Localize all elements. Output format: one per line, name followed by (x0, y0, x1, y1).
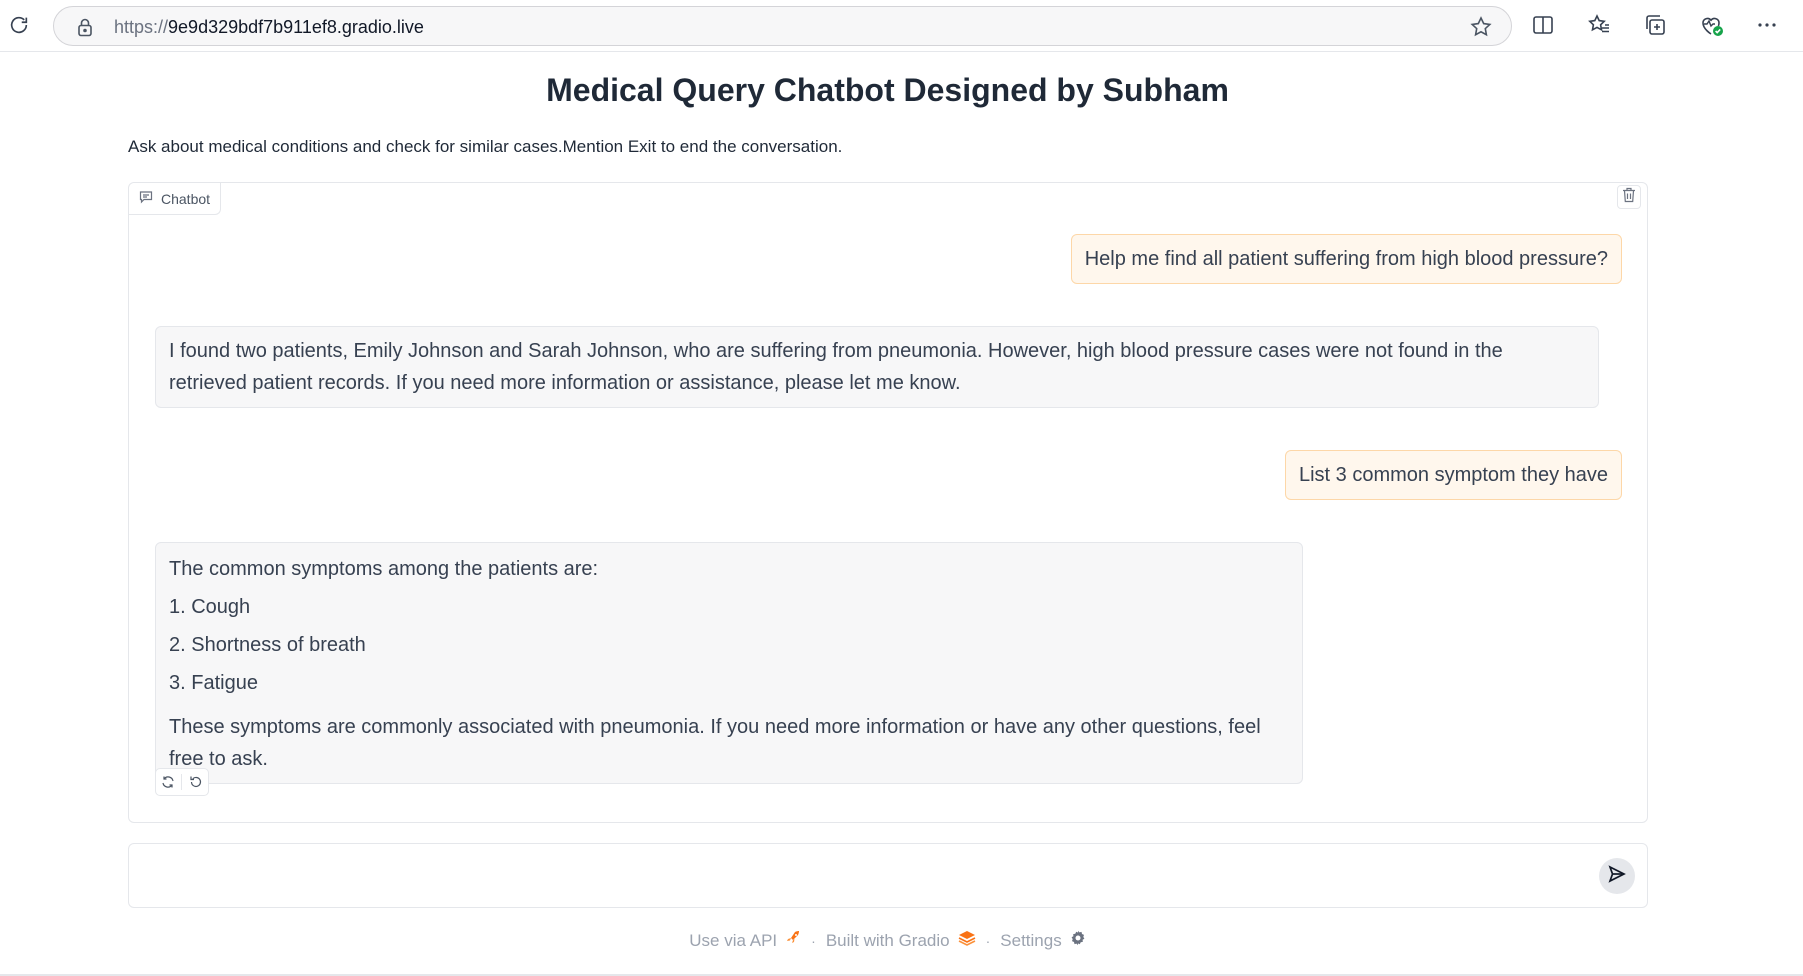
message-input[interactable] (143, 856, 1563, 896)
footer: Use via API · Built with Gradio · Settin… (0, 930, 1775, 951)
settings-link[interactable]: Settings (1000, 930, 1085, 951)
message-input-box (128, 843, 1648, 908)
send-icon (1607, 864, 1627, 889)
chat-bubble-icon (139, 190, 153, 207)
built-with-gradio-link[interactable]: Built with Gradio (826, 930, 976, 951)
page-description: Ask about medical conditions and check f… (128, 137, 843, 156)
bot-list-item: 3. Fatigue (169, 672, 258, 694)
address-bar[interactable]: https://9e9d329bdf7b911ef8.gradio.live (53, 6, 1512, 46)
footer-separator: · (811, 932, 816, 949)
retry-icon[interactable] (158, 772, 178, 792)
bot-message-line: The common symptoms among the patients a… (169, 558, 599, 580)
message-actions (155, 768, 209, 796)
more-options-icon[interactable] (1752, 10, 1782, 40)
bot-message-line: These symptoms are commonly associated w… (169, 716, 1261, 770)
chatbot-panel: Chatbot Help me find all patient sufferi… (128, 182, 1648, 823)
bot-message: I found two patients, Emily Johnson and … (155, 326, 1599, 408)
settings-label: Settings (1000, 930, 1062, 950)
lock-icon (76, 17, 94, 37)
send-button[interactable] (1599, 858, 1635, 894)
undo-icon[interactable] (186, 772, 206, 792)
bot-message-text: I found two patients, Emily Johnson and … (169, 340, 1503, 394)
clear-chat-button[interactable] (1617, 185, 1641, 209)
bot-message: The common symptoms among the patients a… (155, 542, 1303, 784)
chatbot-label-text: Chatbot (161, 190, 211, 207)
gradio-logo-icon (958, 930, 976, 951)
page-title: Medical Query Chatbot Designed by Subham (546, 72, 1229, 108)
favorites-icon[interactable] (1584, 10, 1614, 40)
divider (181, 774, 183, 790)
bot-list-item: 1. Cough (169, 596, 251, 618)
bot-list-item: 2. Shortness of breath (169, 634, 366, 656)
browser-toolbar: https://9e9d329bdf7b911ef8.gradio.live (0, 0, 1803, 52)
browser-health-icon[interactable] (1696, 10, 1726, 40)
gear-icon (1070, 930, 1086, 951)
chatbot-label: Chatbot (129, 183, 222, 215)
url-scheme: https:// (114, 17, 169, 37)
use-via-api-label: Use via API (689, 930, 778, 950)
url-text[interactable]: https://9e9d329bdf7b911ef8.gradio.live (114, 17, 424, 38)
footer-separator: · (985, 932, 991, 949)
user-message: List 3 common symptom they have (1284, 450, 1622, 500)
url-host: 9e9d329bdf7b911ef8.gradio.live (168, 17, 424, 37)
collections-icon[interactable] (1640, 10, 1670, 40)
favorite-star-icon[interactable] (1469, 15, 1493, 39)
rocket-icon (785, 930, 801, 951)
split-screen-icon[interactable] (1528, 10, 1558, 40)
use-via-api-link[interactable]: Use via API (689, 930, 801, 951)
trash-icon (1622, 187, 1636, 208)
reload-icon[interactable] (6, 12, 32, 38)
built-with-gradio-label: Built with Gradio (825, 930, 950, 950)
user-message: Help me find all patient suffering from … (1070, 234, 1622, 284)
